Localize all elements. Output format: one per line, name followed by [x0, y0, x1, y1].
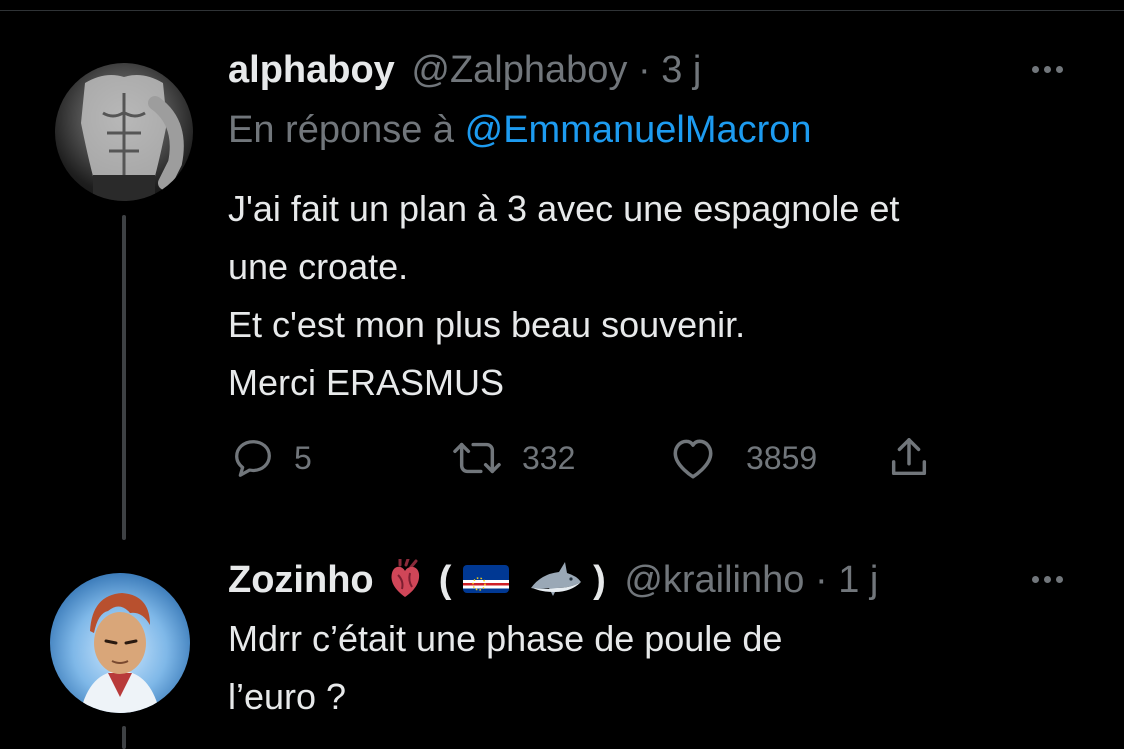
avatar-cartoon-image	[80, 593, 160, 713]
avatar-alphaboy[interactable]	[55, 63, 193, 201]
tweet-text: J'ai fait un plan à 3 avec une espagnole…	[228, 180, 899, 412]
more-horizontal-icon[interactable]	[1032, 66, 1063, 73]
top-divider	[0, 10, 1124, 11]
anatomical-heart-emoji	[391, 558, 420, 597]
tweet-text-line: Mdrr c’était une phase de poule de	[228, 618, 783, 659]
separator-dot: ·	[637, 49, 651, 91]
retweet-button[interactable]: 332	[450, 432, 575, 484]
reply-context: En réponse à @EmmanuelMacron	[228, 108, 812, 152]
like-button[interactable]: 3859	[668, 432, 817, 484]
reply-icon	[235, 440, 271, 477]
retweet-count: 332	[522, 439, 576, 476]
handle[interactable]: @krailinho	[624, 559, 804, 601]
tweet-text: Mdrr c’était une phase de poule de l’eur…	[228, 610, 782, 726]
retweet-icon	[453, 442, 501, 474]
timestamp[interactable]: 1 j	[838, 559, 878, 601]
tweet-header: Zozinho ( ) @krailinho · 1 j	[228, 558, 878, 602]
thread-connector-line-bottom	[122, 726, 126, 749]
reply-count: 5	[294, 439, 312, 476]
share-button[interactable]	[886, 432, 932, 484]
heart-icon	[673, 439, 713, 479]
shark-emoji	[530, 561, 581, 596]
reply-mention-link[interactable]: @EmmanuelMacron	[465, 109, 812, 151]
avatar-zozinho[interactable]	[50, 573, 190, 713]
tweet-header: alphaboy @Zalphaboy · 3 j	[228, 48, 701, 92]
thread-connector-line	[122, 215, 126, 540]
display-name[interactable]: Zozinho	[228, 559, 374, 601]
tweet-text-line: une croate.	[228, 246, 409, 287]
avatar-torso-image	[81, 75, 184, 201]
separator-dot: ·	[814, 559, 828, 601]
tweet-text-line: Merci ERASMUS	[228, 362, 505, 403]
tweet-text-line: Et c'est mon plus beau souvenir.	[228, 304, 746, 345]
reply-prefix: En réponse à	[228, 109, 455, 151]
name-paren-close: )	[593, 559, 606, 601]
more-horizontal-icon[interactable]	[1032, 576, 1063, 583]
like-count: 3859	[746, 439, 818, 476]
cape-verde-flag-emoji	[462, 564, 509, 593]
tweet-text-line: J'ai fait un plan à 3 avec une espagnole…	[228, 188, 900, 229]
share-icon	[891, 438, 927, 476]
display-name[interactable]: alphaboy	[228, 49, 395, 91]
reply-button[interactable]: 5	[230, 432, 312, 484]
name-paren-open: (	[438, 559, 452, 601]
tweet-text-line: l’euro ?	[228, 676, 347, 717]
handle[interactable]: @Zalphaboy	[411, 49, 627, 91]
timestamp[interactable]: 3 j	[661, 49, 701, 91]
